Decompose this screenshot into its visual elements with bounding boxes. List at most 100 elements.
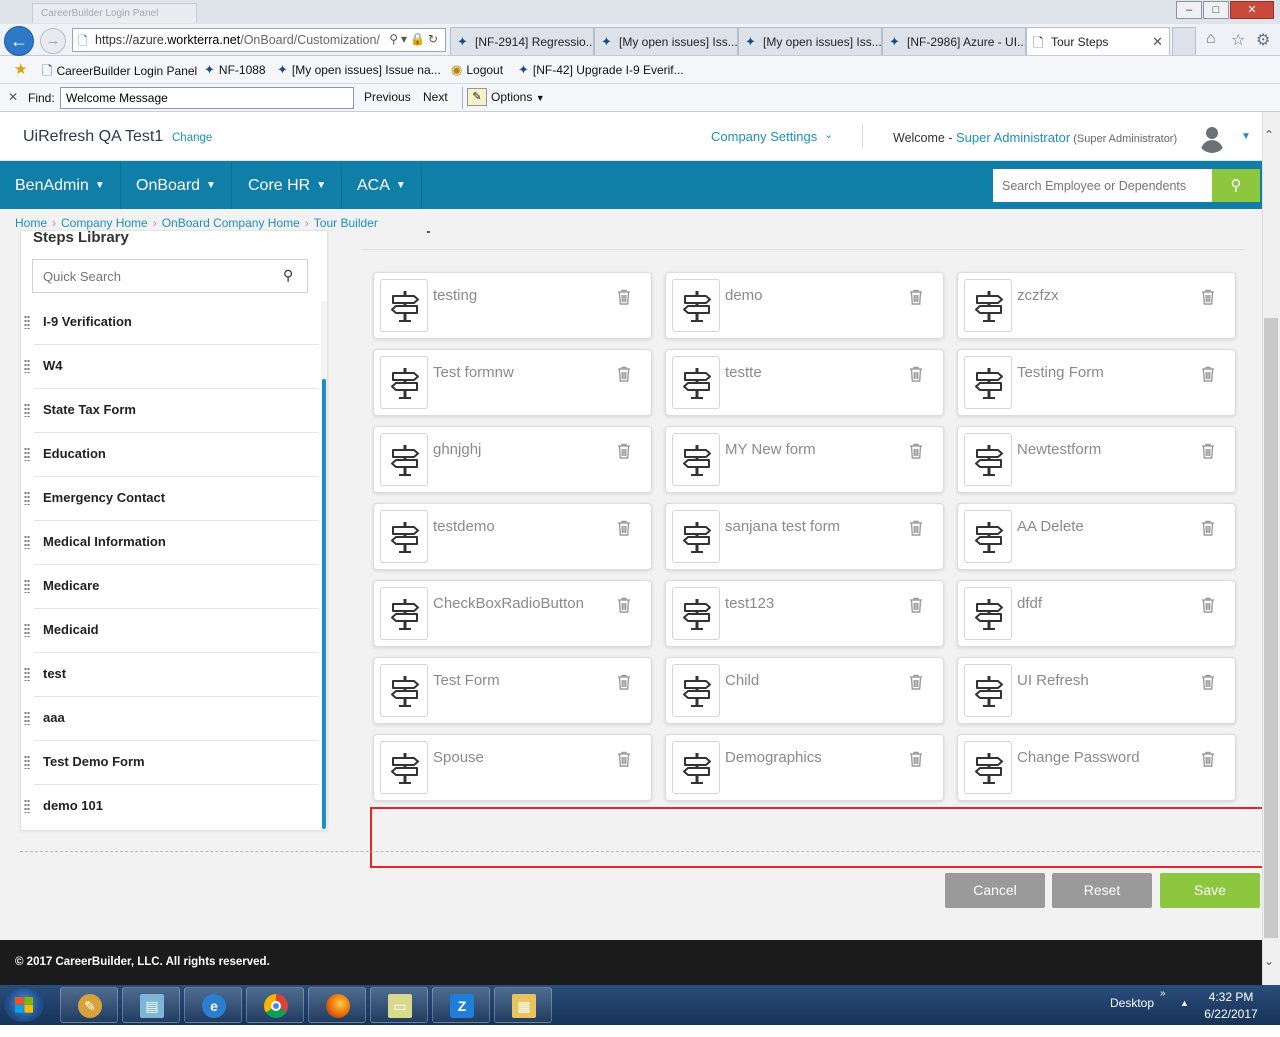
trash-icon[interactable] <box>1201 751 1215 770</box>
find-next-button[interactable]: Next <box>423 90 448 104</box>
favorite-link[interactable]: ◉ Logout <box>451 62 503 78</box>
nav-menu-aca[interactable]: ACA ▼ <box>342 161 422 209</box>
tour-step-card[interactable]: Testing Form <box>957 349 1236 416</box>
trash-icon[interactable] <box>617 366 631 385</box>
search-icon[interactable]: ⚲ <box>283 267 293 284</box>
trash-icon[interactable] <box>1201 443 1215 462</box>
tour-step-card[interactable]: Newtestform <box>957 426 1236 493</box>
library-item[interactable]: State Tax Form <box>24 389 319 433</box>
clock-time[interactable]: 4:32 PM <box>1208 990 1254 1004</box>
search-button[interactable]: ⚲ <box>1212 169 1260 202</box>
taskbar-app-paint[interactable]: ✎ <box>60 987 118 1023</box>
favorites-star-icon[interactable]: ★ <box>14 60 27 78</box>
trash-icon[interactable] <box>617 597 631 616</box>
tour-step-card[interactable]: dfdf <box>957 580 1236 647</box>
trash-icon[interactable] <box>617 751 631 770</box>
browser-tab-active[interactable]: 🗋 Tour Steps ✕ <box>1026 27 1170 55</box>
tour-step-card[interactable]: CheckBoxRadioButton <box>373 580 652 647</box>
trash-icon[interactable] <box>909 443 923 462</box>
favorite-link[interactable]: 🗋 CareerBuilder Login Panel <box>42 62 197 84</box>
tour-step-card[interactable]: MY New form <box>665 426 944 493</box>
taskbar-app-z[interactable]: Z <box>432 987 490 1023</box>
tour-step-card[interactable]: ghnjghj <box>373 426 652 493</box>
drag-handle-icon[interactable] <box>24 315 30 329</box>
library-item[interactable]: Emergency Contact <box>24 477 319 521</box>
trash-icon[interactable] <box>909 597 923 616</box>
browser-tab[interactable]: ✦ [My open issues] Iss... <box>594 27 738 55</box>
settings-gear-icon[interactable]: ⚙ <box>1256 30 1270 50</box>
find-options-button[interactable]: ✎ Options ▼ <box>462 87 549 109</box>
taskbar-app-file-explorer[interactable]: ▦ <box>494 987 552 1023</box>
chevron-down-icon[interactable]: ⌄ <box>824 128 833 141</box>
trash-icon[interactable] <box>909 366 923 385</box>
start-button[interactable] <box>4 988 44 1022</box>
trash-icon[interactable] <box>617 674 631 693</box>
library-item[interactable]: I-9 Verification <box>24 301 319 345</box>
favorite-link[interactable]: ✦ NF-1088 <box>204 62 266 78</box>
employee-search-input[interactable] <box>993 169 1213 202</box>
trash-icon[interactable] <box>617 520 631 539</box>
save-button[interactable]: Save <box>1160 873 1260 908</box>
taskbar-app-chrome[interactable] <box>246 987 304 1023</box>
tour-step-card[interactable]: Demographics <box>665 734 944 801</box>
drag-handle-icon[interactable] <box>24 579 30 593</box>
tour-step-card[interactable]: test123 <box>665 580 944 647</box>
breadcrumb-home[interactable]: Home <box>15 216 47 230</box>
company-settings-menu[interactable]: Company Settings <box>711 129 817 144</box>
drag-handle-icon[interactable] <box>24 447 30 461</box>
library-item[interactable]: Medicare <box>24 565 319 609</box>
trash-icon[interactable] <box>617 289 631 308</box>
tour-step-card[interactable]: testte <box>665 349 944 416</box>
library-item[interactable]: Medicaid <box>24 609 319 653</box>
drag-handle-icon[interactable] <box>24 711 30 725</box>
taskbar-app-ie[interactable]: e <box>184 987 242 1023</box>
tour-step-card[interactable]: testdemo <box>373 503 652 570</box>
tour-step-card[interactable]: testing <box>373 272 652 339</box>
tab-close-icon[interactable]: ✕ <box>1152 34 1163 50</box>
trash-icon[interactable] <box>909 751 923 770</box>
library-item[interactable]: W4 <box>24 345 319 389</box>
clock-date[interactable]: 6/22/2017 <box>1202 1007 1260 1021</box>
drag-handle-icon[interactable] <box>24 535 30 549</box>
scroll-up-icon[interactable]: ⌃ <box>1264 128 1274 142</box>
library-item[interactable]: demo 101 <box>24 785 319 829</box>
cancel-button[interactable]: Cancel <box>945 873 1045 908</box>
taskbar-app-notes[interactable]: ▭ <box>370 987 428 1023</box>
forward-button[interactable]: → <box>40 28 66 54</box>
user-name-link[interactable]: Super Administrator <box>956 130 1070 145</box>
library-item[interactable]: Education <box>24 433 319 477</box>
background-tab[interactable]: CareerBuilder Login Panel <box>32 3 197 23</box>
trash-icon[interactable] <box>1201 289 1215 308</box>
show-hidden-icons-icon[interactable]: ▲ <box>1180 998 1189 1008</box>
nav-menu-benadmin[interactable]: BenAdmin ▼ <box>0 161 121 209</box>
breadcrumb-company-home[interactable]: Company Home <box>61 216 148 230</box>
user-menu-chevron-icon[interactable]: ▼ <box>1241 131 1251 142</box>
library-scrollbar-thumb[interactable] <box>322 379 326 829</box>
browser-tab[interactable]: ✦ [NF-2914] Regressio... <box>450 27 594 55</box>
library-item[interactable]: Medical Information <box>24 521 319 565</box>
taskbar-app-firefox[interactable] <box>308 987 366 1023</box>
browser-tab[interactable]: ✦ [NF-2986] Azure - UI... <box>882 27 1026 55</box>
scroll-down-icon[interactable]: ⌄ <box>1264 954 1274 968</box>
browser-tab[interactable]: ✦ [My open issues] Iss... <box>738 27 882 55</box>
find-previous-button[interactable]: Previous <box>364 90 411 104</box>
trash-icon[interactable] <box>909 520 923 539</box>
quick-search-input[interactable] <box>32 259 308 293</box>
tour-step-card[interactable]: sanjana test form <box>665 503 944 570</box>
nav-menu-onboard[interactable]: OnBoard ▼ <box>121 161 232 209</box>
tour-step-card[interactable]: UI Refresh <box>957 657 1236 724</box>
tour-step-card[interactable]: Spouse <box>373 734 652 801</box>
address-bar[interactable]: 🗋 https://azure.workterra.net/OnBoard/Cu… <box>72 28 446 52</box>
tour-step-card[interactable]: Test Form <box>373 657 652 724</box>
breadcrumb-onboard-company-home[interactable]: OnBoard Company Home <box>162 216 300 230</box>
library-item[interactable]: aaa <box>24 697 319 741</box>
find-close-icon[interactable]: ✕ <box>8 90 18 104</box>
back-button[interactable]: ← <box>4 26 34 56</box>
drag-handle-icon[interactable] <box>24 755 30 769</box>
drag-handle-icon[interactable] <box>24 667 30 681</box>
breadcrumb-tour-builder[interactable]: Tour Builder <box>314 216 378 230</box>
drag-handle-icon[interactable] <box>24 403 30 417</box>
nav-menu-corehr[interactable]: Core HR ▼ <box>233 161 343 209</box>
maximize-icon[interactable]: □ <box>1203 1 1229 19</box>
desktop-toolbar-label[interactable]: Desktop <box>1110 996 1154 1010</box>
